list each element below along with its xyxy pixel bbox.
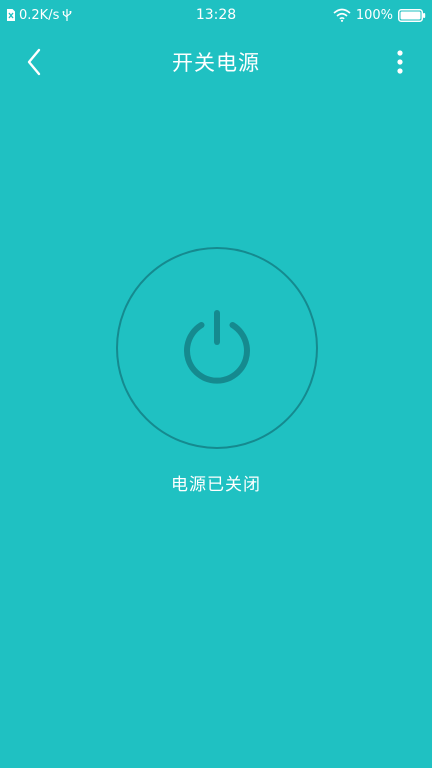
power-icon bbox=[178, 308, 256, 386]
app-screen: 0.2K/s 13:28 100% 开关电源 电源已关闭 bbox=[0, 0, 432, 768]
more-options-button[interactable] bbox=[384, 44, 416, 80]
nav-bar: 开关电源 bbox=[0, 30, 432, 96]
battery-icon bbox=[398, 8, 426, 22]
more-vertical-icon bbox=[397, 50, 403, 74]
status-right: 100% bbox=[333, 6, 426, 24]
power-status-text: 电源已关闭 bbox=[171, 475, 261, 495]
power-toggle-button[interactable] bbox=[116, 247, 318, 449]
wifi-icon bbox=[333, 8, 351, 22]
battery-percent: 100% bbox=[355, 7, 393, 23]
page-title: 开关电源 bbox=[172, 51, 260, 75]
status-bar: 0.2K/s 13:28 100% bbox=[0, 0, 432, 30]
